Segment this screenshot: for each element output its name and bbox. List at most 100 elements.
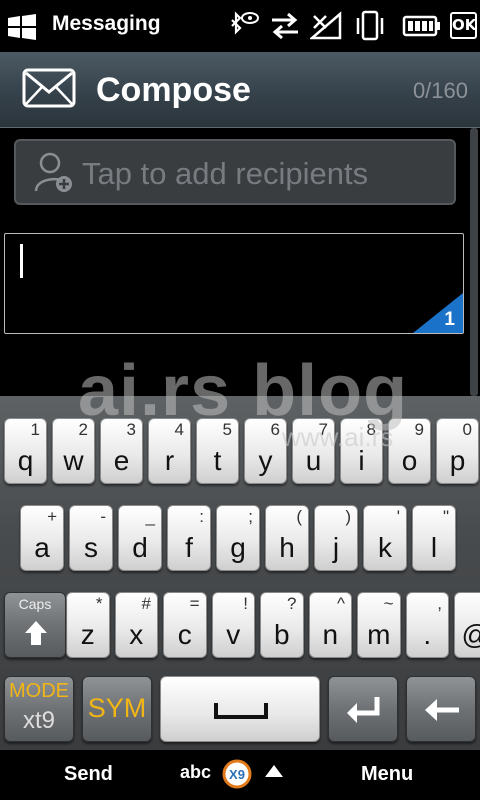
- key-label: f: [185, 532, 193, 563]
- key-label: w: [63, 445, 84, 476]
- recipients-field[interactable]: Tap to add recipients: [14, 139, 456, 205]
- space-key[interactable]: [160, 676, 320, 742]
- key-sub-label: 4: [174, 420, 184, 439]
- key-label: b: [273, 619, 290, 650]
- caps-key[interactable]: Caps: [4, 592, 66, 658]
- key-sub-label: ): [345, 507, 351, 526]
- character-counter: 0/160: [412, 78, 468, 103]
- scrollbar[interactable]: [470, 128, 478, 396]
- key-sub-label: 7: [318, 420, 328, 439]
- key-sub-label: 5: [222, 420, 232, 439]
- key-t[interactable]: 5t: [196, 418, 239, 484]
- key-a[interactable]: + a: [20, 505, 64, 571]
- input-method-label[interactable]: abc: [180, 762, 211, 783]
- key-g[interactable]: ; g: [216, 505, 260, 571]
- key-sub-label: 2: [78, 420, 88, 439]
- segment-badge: [413, 293, 463, 333]
- key-sub-label: ~: [383, 594, 394, 613]
- key-k[interactable]: ' k: [363, 505, 407, 571]
- key-sub-label: ": [442, 507, 449, 526]
- key-e[interactable]: 3e: [100, 418, 143, 484]
- on-screen-keyboard: 1q2w3e4r5t6y7u8i9o0p + a - s _ d: f; g(h) j ' k " l …: [0, 396, 480, 750]
- key-d[interactable]: _ d: [118, 505, 162, 571]
- enter-key[interactable]: [328, 676, 398, 742]
- key-period[interactable]: ,.: [405, 592, 449, 658]
- sym-key[interactable]: SYM: [82, 676, 152, 742]
- key-s[interactable]: -s: [69, 505, 113, 571]
- key-sub-label: ,: [437, 594, 442, 613]
- key-sub-label: *: [95, 594, 103, 613]
- no-signal-icon[interactable]: [310, 10, 344, 42]
- key-label: r: [164, 445, 175, 476]
- key-label: @: [455, 619, 480, 651]
- app-name: Messaging: [52, 12, 161, 35]
- key-sub-label: +: [47, 507, 57, 526]
- caps-label: Caps: [18, 596, 52, 612]
- key-sub-label: 6: [270, 420, 280, 439]
- bluetooth-icon[interactable]: [226, 10, 260, 42]
- windows-start-icon[interactable]: [6, 12, 38, 42]
- key-label: y: [258, 445, 273, 476]
- page-title: Compose: [96, 71, 251, 109]
- key-o[interactable]: 9o: [388, 418, 431, 484]
- key-r[interactable]: 4r: [148, 418, 191, 484]
- key-sub-label: ': [396, 507, 400, 526]
- menu-softkey[interactable]: Menu: [361, 763, 413, 786]
- data-transfer-icon[interactable]: [268, 10, 302, 42]
- key-label: g: [230, 532, 246, 563]
- key-label: h: [279, 532, 295, 563]
- send-softkey[interactable]: Send: [64, 763, 113, 786]
- key-l[interactable]: " l: [412, 505, 456, 571]
- key-w[interactable]: 2w: [52, 418, 95, 484]
- vibrate-icon[interactable]: [354, 10, 386, 42]
- key-sub-label: _: [145, 507, 155, 526]
- message-input[interactable]: 1: [4, 233, 464, 334]
- backspace-key[interactable]: [406, 676, 476, 742]
- key-label: a: [34, 532, 50, 563]
- key-j[interactable]: ) j: [314, 505, 358, 571]
- xt9-logo-icon[interactable]: X9: [222, 759, 252, 789]
- key-n[interactable]: ^ n: [308, 592, 352, 658]
- key-sub-label: ?: [287, 594, 297, 613]
- ok-button[interactable]: OK: [450, 12, 477, 39]
- key-sub-label: 0: [462, 420, 472, 439]
- key-p[interactable]: 0p: [436, 418, 479, 484]
- key-c[interactable]: = c: [163, 592, 207, 658]
- input-menu-up-icon[interactable]: [264, 764, 284, 778]
- key-label: .: [423, 619, 432, 650]
- key-q[interactable]: 1q: [4, 418, 47, 484]
- mode-label: MODE: [9, 680, 69, 702]
- softkey-bar: Send abc X9 Menu: [0, 750, 480, 800]
- key-sub-label: :: [199, 507, 204, 526]
- key-label: s: [84, 532, 98, 563]
- key-sub-label: !: [243, 594, 248, 613]
- key-sub-label: (: [296, 507, 302, 526]
- key-label: j: [332, 532, 340, 563]
- key-at[interactable]: /@: [454, 592, 480, 658]
- key-h[interactable]: (h: [265, 505, 309, 571]
- key-sub-label: 1: [30, 420, 40, 439]
- recipients-placeholder: Tap to add recipients: [82, 156, 369, 191]
- key-label: c: [177, 619, 192, 650]
- text-caret: [20, 244, 23, 278]
- key-sub-label: 3: [126, 420, 136, 439]
- key-z[interactable]: * z: [66, 592, 110, 658]
- key-i[interactable]: 8i: [340, 418, 383, 484]
- key-v[interactable]: ! v: [211, 592, 255, 658]
- key-label: l: [430, 532, 438, 563]
- key-sub-label: ;: [248, 507, 253, 526]
- key-label: d: [132, 532, 148, 563]
- key-m[interactable]: ~ m: [357, 592, 401, 658]
- segment-count: 1: [444, 309, 455, 330]
- key-x[interactable]: # x: [114, 592, 158, 658]
- key-label: v: [226, 619, 241, 650]
- space-bar-icon: [214, 703, 268, 719]
- key-label: o: [401, 445, 418, 476]
- key-u[interactable]: 7u: [292, 418, 335, 484]
- mode-key[interactable]: MODE xt9: [4, 676, 74, 742]
- key-sub-label: #: [141, 594, 151, 613]
- key-y[interactable]: 6y: [244, 418, 287, 484]
- battery-icon[interactable]: [402, 10, 442, 42]
- key-f[interactable]: :f: [167, 505, 211, 571]
- key-b[interactable]: ? b: [260, 592, 304, 658]
